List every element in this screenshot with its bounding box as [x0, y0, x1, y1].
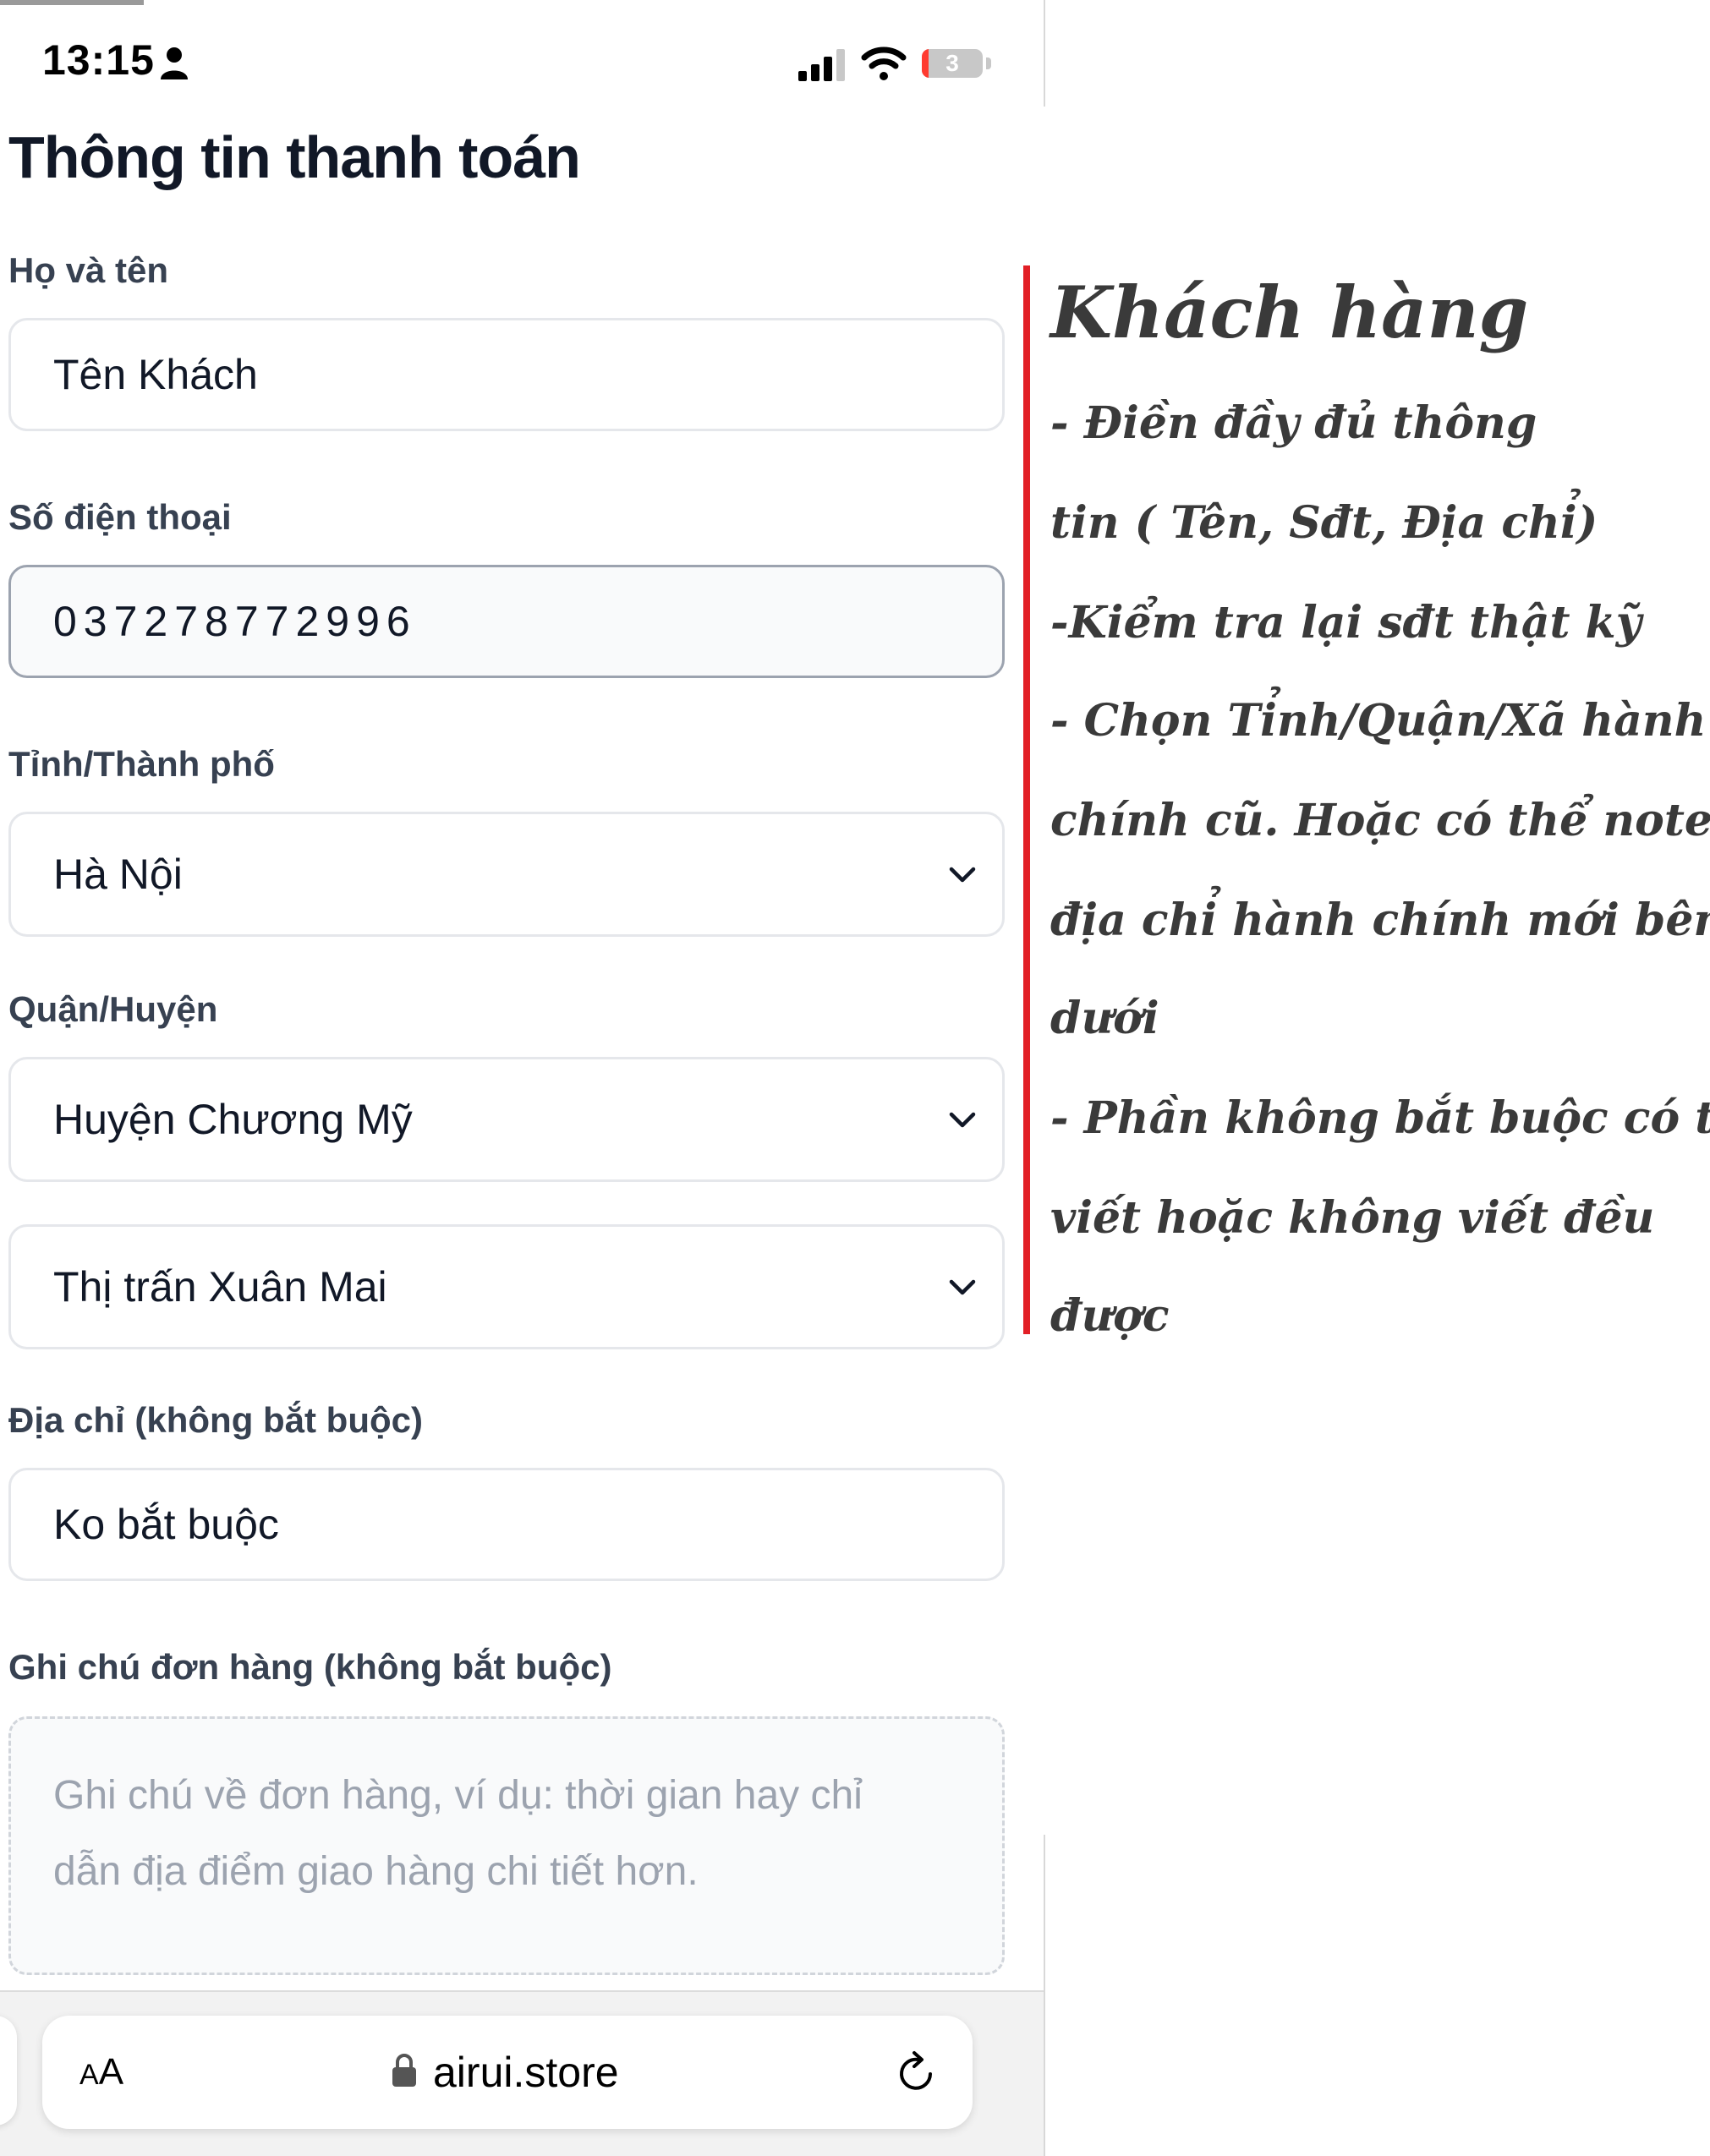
url-text: airui.store — [433, 2049, 619, 2096]
phone-label: Số điện thoại — [8, 497, 232, 537]
signal-icon — [798, 49, 845, 81]
page-settings-button[interactable]: AA — [79, 2016, 123, 2131]
annotation-line: - Phần không bắt buộc có thể — [1050, 1092, 1710, 1144]
name-input-value: Tên Khách — [53, 351, 258, 398]
province-label: Tỉnh/Thành phố — [8, 744, 275, 784]
address-input[interactable]: Ko bắt buộc — [8, 1468, 1005, 1581]
screenshot-edge — [1044, 0, 1045, 107]
province-select[interactable]: Hà Nội — [8, 812, 1005, 937]
phone-input[interactable]: 037278772996 — [8, 565, 1005, 678]
scroll-indicator — [0, 0, 144, 5]
address-label: Địa chỉ (không bắt buộc) — [8, 1400, 423, 1440]
reload-icon[interactable] — [893, 2049, 939, 2095]
page-title: Thông tin thanh toán — [8, 124, 581, 190]
order-note-textarea[interactable]: Ghi chú về đơn hàng, ví dụ: thời gian ha… — [8, 1716, 1005, 1975]
status-time: 13:15 — [42, 36, 155, 84]
battery-level-text: 3 — [945, 50, 959, 76]
province-select-value: Hà Nội — [53, 851, 183, 898]
previous-tab[interactable] — [0, 2016, 17, 2126]
name-label: Họ và tên — [8, 250, 169, 290]
annotation-line: tin ( Tên, Sđt, Địa chỉ) — [1050, 497, 1598, 549]
lock-icon — [392, 2054, 416, 2087]
chevron-down-icon — [949, 1112, 976, 1128]
address-bar[interactable]: AA airui.store — [42, 2016, 973, 2129]
district-select[interactable]: Huyện Chương Mỹ — [8, 1057, 1005, 1182]
annotation-line: viết hoặc không viết đều — [1050, 1192, 1655, 1244]
district-select-value: Huyện Chương Mỹ — [53, 1096, 413, 1143]
district-label: Quận/Huyện — [8, 989, 218, 1029]
annotation-divider — [1023, 265, 1030, 1334]
chevron-down-icon — [949, 1279, 976, 1295]
wifi-icon — [861, 47, 907, 80]
chevron-down-icon — [949, 867, 976, 883]
ward-select-value: Thị trấn Xuân Mai — [53, 1263, 387, 1311]
address-input-value: Ko bắt buộc — [53, 1501, 279, 1548]
name-input[interactable]: Tên Khách — [8, 318, 1005, 431]
annotation-line: địa chỉ hành chính mới bên — [1050, 895, 1710, 946]
order-note-placeholder: Ghi chú về đơn hàng, ví dụ: thời gian ha… — [53, 1773, 863, 1894]
person-icon — [161, 47, 188, 79]
annotation-line: - Điền đầy đủ thông — [1050, 397, 1537, 449]
battery-icon: 3 — [922, 49, 983, 78]
phone-screenshot: 13:15 3 Thông tin thanh toán Họ và tên T… — [0, 0, 1045, 2156]
phone-input-value: 037278772996 — [53, 598, 417, 645]
annotation-line: chính cũ. Hoặc có thể note — [1050, 795, 1710, 846]
screenshot-edge — [1044, 1835, 1045, 2156]
order-note-label: Ghi chú đơn hàng (không bắt buộc) — [8, 1647, 612, 1687]
ward-select[interactable]: Thị trấn Xuân Mai — [8, 1224, 1005, 1349]
annotation-line: - Chọn Tỉnh/Quận/Xã hành — [1050, 695, 1707, 747]
annotation-heading: Khách hàng — [1050, 271, 1529, 354]
battery-cap — [986, 57, 991, 69]
annotation-line: được — [1050, 1290, 1170, 1342]
browser-toolbar: AA airui.store — [0, 1990, 1045, 2156]
annotation-line: dưới — [1050, 993, 1159, 1044]
annotation-line: -Kiểm tra lại sđt thật kỹ — [1050, 597, 1641, 648]
